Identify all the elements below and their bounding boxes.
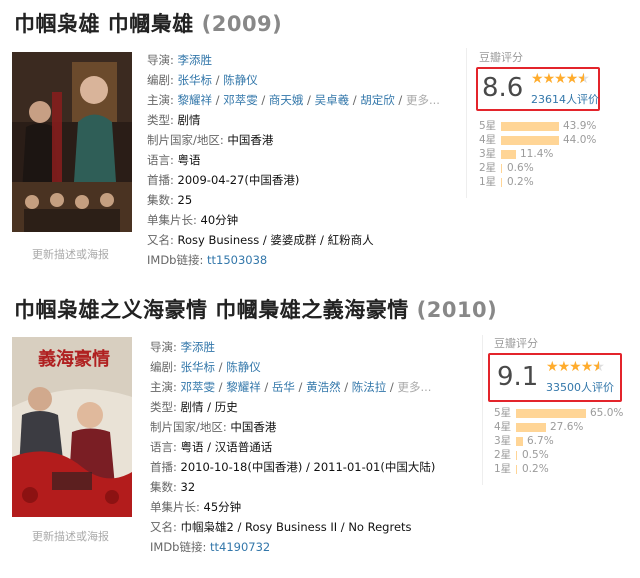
star-icon: ★ [569,359,582,375]
dist-row: 3星 11.4% [479,148,554,160]
language-row: 语言: 粤语 / 汉语普通话 [150,440,273,454]
genre-row: 类型: 剧情 / 历史 [150,400,238,414]
douban-rating: 豆瓣评分 9.1 ★★★★★ 33500人评价 5星65.0% 4星27.6% … [488,335,634,485]
aka-row: 又名: 巾帼枭雄2 / Rosy Business II / No Regret… [150,520,412,534]
rating-score: 9.1 [497,362,539,392]
star-icon: ★ [542,71,556,87]
aka-row: 又名: Rosy Business / 婆婆成群 / 紅粉商人 [147,233,374,247]
cast-row: 主演: 黎耀祥 / 邓萃雯 / 商天娥 / 吴卓羲 / 胡定欣 / 更多... [147,93,440,107]
more-cast-link[interactable]: 更多... [397,380,431,394]
dist-row: 5星 43.9% [479,120,597,132]
director-link[interactable]: 李添胜 [178,53,213,67]
writer-link[interactable]: 陈静仪 [223,73,258,87]
dist-bar [501,178,502,187]
dist-bar [516,465,517,474]
title-text: 巾帼枭雄 巾幗梟雄 [14,12,194,36]
cast-link[interactable]: 岳华 [272,380,295,394]
dist-bar [516,409,586,418]
cast-link[interactable]: 邓萃雯 [181,380,216,394]
rating-votes-link[interactable]: 33500人评价 [546,379,614,395]
star-icon: ★ [554,71,567,87]
writer-link[interactable]: 陈静仪 [226,360,261,374]
imdb-row: IMDb链接: tt4190732 [150,540,271,554]
cast-link[interactable]: 陈法拉 [352,380,387,394]
star-icon: ★ [531,71,544,87]
rating-distribution: 5星 65.0% 4星 27.6% 3星 6.7% 2星 0.5% 1星 0.2% [494,406,634,476]
title-year: (2010) [416,298,498,322]
director-row: 导演: 李添胜 [150,340,216,354]
rating-heading: 豆瓣评分 [479,51,523,64]
cast-link[interactable]: 黎耀祥 [226,380,261,394]
title-text: 巾帼枭雄之义海豪情 巾幗梟雄之義海豪情 [14,298,409,322]
director-link[interactable]: 李添胜 [181,340,216,354]
episodes-row: 集数: 25 [147,193,193,207]
premiere-row: 首播: 2009-04-27(中国香港) [147,173,300,187]
title-year: (2009) [201,12,283,36]
dist-bar [516,423,546,432]
svg-text:義海豪情: 義海豪情 [38,348,110,370]
dist-bar [501,164,502,173]
rating-score: 8.6 [482,73,524,103]
half-star-icon: ★ [577,71,590,87]
imdb-link[interactable]: tt1503038 [207,253,267,267]
rating-stars: ★★★★★ [546,359,605,375]
cast-link[interactable]: 胡定欣 [360,93,395,107]
cast-link[interactable]: 邓萃雯 [223,93,258,107]
movie-info: 导演: 李添胜 编剧: 张华标 / 陈静仪 主演: 黎耀祥 / 邓萃雯 / 商天… [147,50,440,270]
star-icon: ★ [557,359,571,375]
premiere-row: 首播: 2010-10-18(中国香港) / 2011-01-01(中国大陆) [150,460,436,474]
dist-row: 5星 65.0% [494,407,624,419]
rating-stars: ★★★★★ [531,71,590,87]
dist-row: 3星 6.7% [494,435,554,447]
movie-info: 导演: 李添胜 编剧: 张华标 / 陈静仪 主演: 邓萃雯 / 黎耀祥 / 岳华… [150,337,435,557]
poster-image[interactable] [12,52,132,232]
imdb-link[interactable]: tt4190732 [210,540,270,554]
dist-row: 4星 44.0% [479,134,597,146]
dist-bar [516,437,523,446]
dist-row: 4星 27.6% [494,421,584,433]
cast-link[interactable]: 黎耀祥 [178,93,213,107]
rating-heading: 豆瓣评分 [494,337,538,350]
more-cast-link[interactable]: 更多... [406,93,440,107]
writer-row: 编剧: 张华标 / 陈静仪 [147,73,258,87]
update-poster-link[interactable]: 更新描述或海报 [32,246,109,262]
movie-title: 巾帼枭雄之义海豪情 巾幗梟雄之義海豪情 (2010) [14,294,497,324]
dist-bar [501,122,559,131]
country-row: 制片国家/地区: 中国香港 [150,420,277,434]
cast-link[interactable]: 黄浩然 [306,380,341,394]
divider [466,48,467,198]
cast-link[interactable]: 商天娥 [269,93,304,107]
cast-row: 主演: 邓萃雯 / 黎耀祥 / 岳华 / 黄浩然 / 陈法拉 / 更多... [150,380,432,394]
douban-rating: 豆瓣评分 8.6 ★★★★★ 23614人评价 5星43.9% 4星44.0% … [476,49,629,199]
dist-bar [501,150,516,159]
movie-title: 巾帼枭雄 巾幗梟雄 (2009) [14,8,282,38]
runtime-row: 单集片长: 45分钟 [150,500,242,514]
writer-row: 编剧: 张华标 / 陈静仪 [150,360,261,374]
imdb-row: IMDb链接: tt1503038 [147,253,268,267]
dist-bar [501,136,559,145]
dist-row: 1星 0.2% [494,463,549,475]
star-icon: ★ [580,359,594,375]
star-icon: ★ [565,71,579,87]
country-row: 制片国家/地区: 中国香港 [147,133,274,147]
rating-votes-link[interactable]: 23614人评价 [531,91,599,107]
writer-link[interactable]: 张华标 [181,360,216,374]
director-row: 导演: 李添胜 [147,53,213,67]
episodes-row: 集数: 32 [150,480,196,494]
rating-distribution: 5星 43.9% 4星 44.0% 3星 11.4% 2星 0.6% 1星 0.2% [479,119,604,189]
poster-image[interactable]: 義海豪情 [12,337,132,517]
runtime-row: 单集片长: 40分钟 [147,213,239,227]
half-star-icon: ★ [592,359,605,375]
genre-row: 类型: 剧情 [147,113,201,127]
cast-link[interactable]: 吴卓羲 [315,93,350,107]
dist-row: 1星 0.2% [479,176,534,188]
dist-row: 2星 0.5% [494,449,549,461]
language-row: 语言: 粤语 [147,153,201,167]
writer-link[interactable]: 张华标 [178,73,213,87]
update-poster-link[interactable]: 更新描述或海报 [32,528,109,544]
divider [482,335,483,485]
star-icon: ★ [546,359,559,375]
dist-row: 2星 0.6% [479,162,534,174]
dist-bar [516,451,517,460]
